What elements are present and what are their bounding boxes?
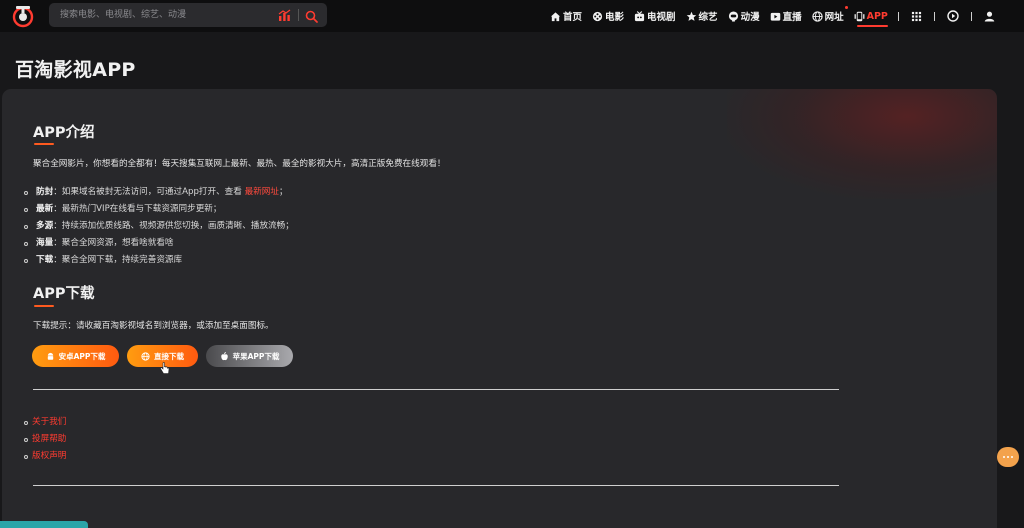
intro-description: 聚合全网影片，你想看的全都有！每天搜集互联网上最新、最热、最全的影视大片，高清正…	[33, 159, 446, 169]
nav-item-movie[interactable]: 电影	[592, 0, 624, 32]
page-title: 百淘影视APP	[15, 59, 136, 81]
title-underline	[34, 305, 54, 307]
star-icon	[686, 11, 696, 21]
search-icon[interactable]	[305, 8, 318, 27]
search-input[interactable]	[49, 3, 269, 27]
hand-cursor-icon	[160, 360, 170, 379]
list-item: 多源：持续添加优质线路、视频源供您切换，画质清晰、播放流畅；	[24, 218, 294, 235]
footer-links: 关于我们 投屏帮助 版权声明	[24, 414, 66, 465]
home-icon	[550, 11, 561, 21]
nav-label: 直播	[782, 12, 802, 23]
user-button[interactable]	[984, 11, 995, 22]
user-icon	[984, 11, 995, 22]
new-dot	[844, 6, 848, 9]
nav-label: APP	[866, 10, 888, 22]
divider	[33, 485, 839, 486]
download-tip: 下载提示：请收藏百淘影视域名到浏览器，或添加至桌面图标。	[33, 321, 274, 331]
globe-icon	[141, 351, 150, 361]
search-box	[49, 3, 327, 27]
nav-label: 首页	[563, 12, 583, 23]
feature-list: 防封：如果域名被封无法访问，可通过App打开、查看 最新网址； 最新：最新热门V…	[24, 184, 294, 269]
globe-icon	[811, 10, 823, 22]
mascot-icon	[728, 10, 738, 22]
title-underline	[34, 143, 54, 145]
nav-divider	[970, 11, 972, 21]
footer-link-about[interactable]: 关于我们	[24, 414, 66, 431]
site-logo[interactable]	[10, 3, 36, 29]
footer-link-cast-help[interactable]: 投屏帮助	[24, 431, 66, 448]
dot	[1003, 456, 1005, 458]
phone-icon	[854, 11, 865, 21]
top-header: 首页 电影 电视剧 综艺 动漫 直播 网址 APP	[0, 0, 1024, 32]
tv-icon	[634, 10, 645, 21]
nav-item-live[interactable]: 直播	[770, 0, 802, 32]
nav-item-anime[interactable]: 动漫	[728, 0, 760, 32]
latest-url-link[interactable]: 最新网址	[245, 187, 279, 197]
decorative-glow	[727, 89, 997, 199]
intro-title: APP介绍	[33, 125, 95, 141]
android-download-button[interactable]: 安卓APP下载	[32, 345, 119, 367]
grid-menu-button[interactable]	[911, 11, 922, 22]
ios-download-button[interactable]: 苹果APP下载	[206, 345, 293, 367]
apple-icon	[220, 351, 228, 360]
floating-menu-button[interactable]	[997, 447, 1019, 467]
grid-icon	[911, 11, 921, 21]
nav-label: 动漫	[740, 12, 760, 23]
nav-item-home[interactable]: 首页	[550, 0, 582, 32]
divider	[33, 389, 839, 390]
history-button[interactable]	[947, 10, 959, 22]
dot	[1011, 456, 1013, 458]
live-icon	[770, 12, 780, 21]
nav-label: 电影	[605, 12, 625, 23]
nav-divider	[897, 11, 899, 21]
main-nav: 首页 电影 电视剧 综艺 动漫 直播 网址 APP	[550, 0, 1007, 32]
search-separator	[298, 9, 299, 21]
nav-label: 网址	[824, 12, 844, 23]
play-circle-icon	[947, 10, 959, 22]
film-reel-icon	[592, 11, 603, 21]
nav-label: 综艺	[698, 12, 718, 23]
logo-icon	[12, 6, 34, 28]
nav-item-urls[interactable]: 网址	[811, 0, 848, 32]
android-icon	[47, 352, 53, 360]
list-item: 下载：聚合全网下载，持续完善资源库	[24, 252, 294, 269]
download-title: APP下载	[33, 286, 95, 302]
nav-item-tv[interactable]: 电视剧	[634, 0, 676, 32]
status-strip	[0, 521, 88, 528]
list-item: 最新：最新热门VIP在线看与下载资源同步更新；	[24, 201, 294, 218]
nav-divider	[933, 11, 935, 21]
list-item: 防封：如果域名被封无法访问，可通过App打开、查看 最新网址；	[24, 184, 294, 201]
dot	[1007, 456, 1009, 458]
footer-link-copyright[interactable]: 版权声明	[24, 448, 66, 465]
nav-item-app[interactable]: APP	[854, 0, 889, 32]
list-item: 海量：聚合全网资源，想看啥就看啥	[24, 235, 294, 252]
nav-label: 电视剧	[647, 12, 676, 23]
app-info-card: APP介绍 聚合全网影片，你想看的全都有！每天搜集互联网上最新、最热、最全的影视…	[2, 89, 997, 528]
hot-chart-icon[interactable]	[278, 7, 291, 26]
nav-item-variety[interactable]: 综艺	[686, 0, 718, 32]
